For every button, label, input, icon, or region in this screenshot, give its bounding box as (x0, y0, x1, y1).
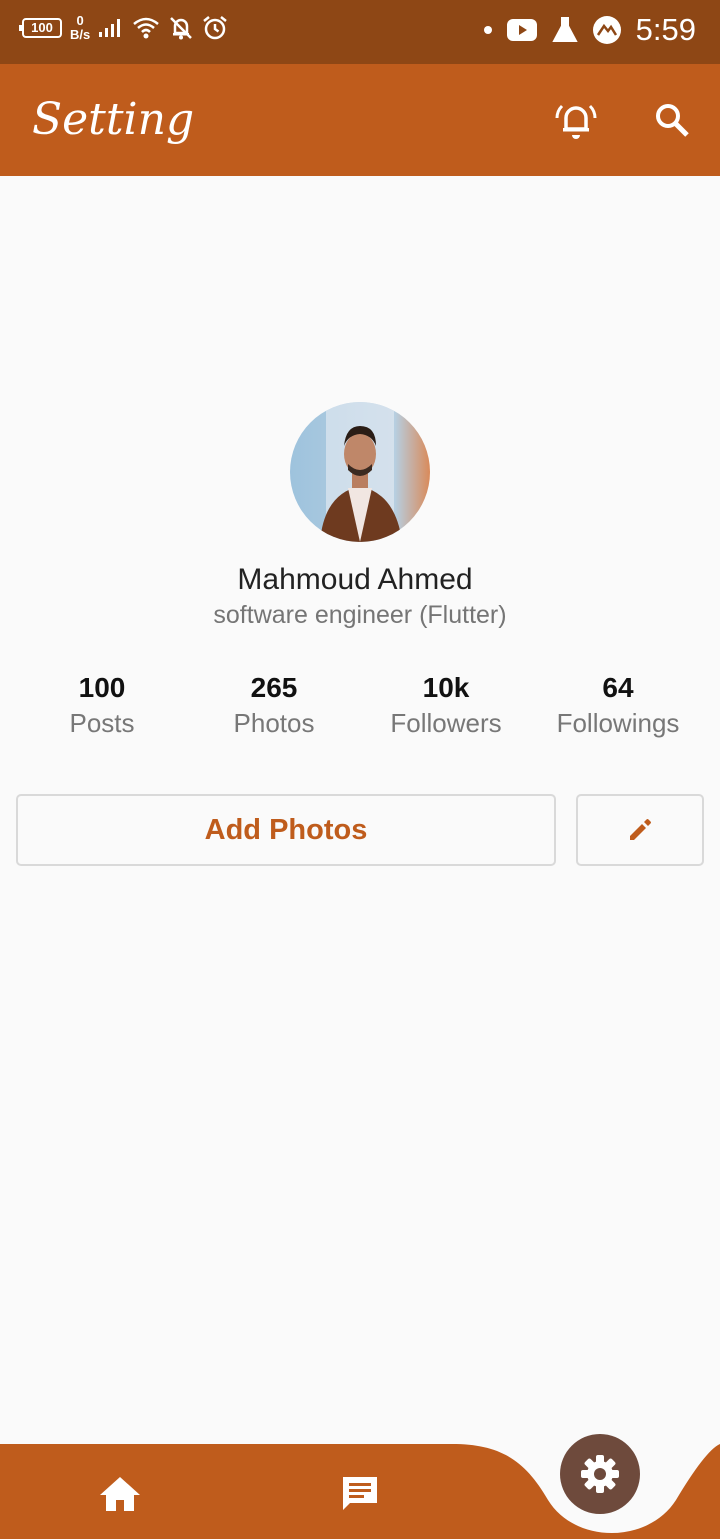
profile-stats: 100 Posts 265 Photos 10k Followers 64 Fo… (16, 672, 704, 739)
stat-value: 10k (422, 672, 470, 703)
stat-followers[interactable]: 10k Followers (360, 672, 532, 739)
stat-label: Followings (556, 708, 680, 738)
notification-dot-icon (483, 26, 492, 34)
chat-icon (343, 1477, 377, 1510)
edit-icon (630, 819, 651, 840)
nav-home-button[interactable] (90, 1464, 150, 1524)
stat-value: 64 (602, 672, 634, 703)
app-bar: Setting (0, 64, 720, 176)
profile-name: Mahmoud Ahmed (237, 563, 473, 596)
nav-chat-button[interactable] (330, 1464, 390, 1524)
stat-label: Posts (69, 708, 135, 738)
youtube-icon (506, 19, 537, 41)
stat-label: Photos (233, 708, 315, 738)
add-photos-button[interactable]: Add Photos (16, 794, 556, 866)
alarm-icon (203, 16, 228, 40)
profile-photo (290, 402, 430, 542)
wifi-icon (133, 17, 160, 39)
search-button[interactable] (648, 96, 696, 144)
flask-icon (551, 17, 578, 42)
stat-followings[interactable]: 64 Followings (532, 672, 704, 739)
status-left: 100 0 B/s (19, 14, 228, 42)
stat-posts[interactable]: 100 Posts (16, 672, 188, 739)
status-bar: 100 0 B/s 5:59 (0, 0, 720, 64)
status-time: 5:59 (635, 12, 696, 47)
notifications-button[interactable] (552, 96, 600, 144)
home-icon (100, 1477, 140, 1511)
nav-settings-button[interactable] (560, 1434, 640, 1514)
signal-icon (99, 19, 121, 37)
settings-icon (581, 1455, 619, 1493)
stat-photos[interactable]: 265 Photos (188, 672, 360, 739)
edit-profile-button[interactable] (576, 794, 704, 866)
avatar[interactable] (290, 402, 430, 542)
status-right: 5:59 (483, 12, 696, 48)
notifications-icon (555, 104, 597, 139)
app-notification-icon (592, 16, 621, 44)
net-speed-unit: B/s (70, 27, 91, 42)
stat-value: 100 (78, 672, 126, 703)
battery-icon: 100 (19, 18, 62, 38)
stat-value: 265 (250, 672, 298, 703)
stat-label: Followers (390, 708, 502, 738)
search-icon (656, 104, 689, 137)
net-speed-value: 0 (76, 13, 84, 28)
page-title: Setting (32, 94, 195, 145)
notifications-off-icon (170, 17, 193, 40)
network-speed: 0 B/s (70, 14, 90, 42)
profile-bio: software engineer (Flutter) (213, 601, 507, 629)
